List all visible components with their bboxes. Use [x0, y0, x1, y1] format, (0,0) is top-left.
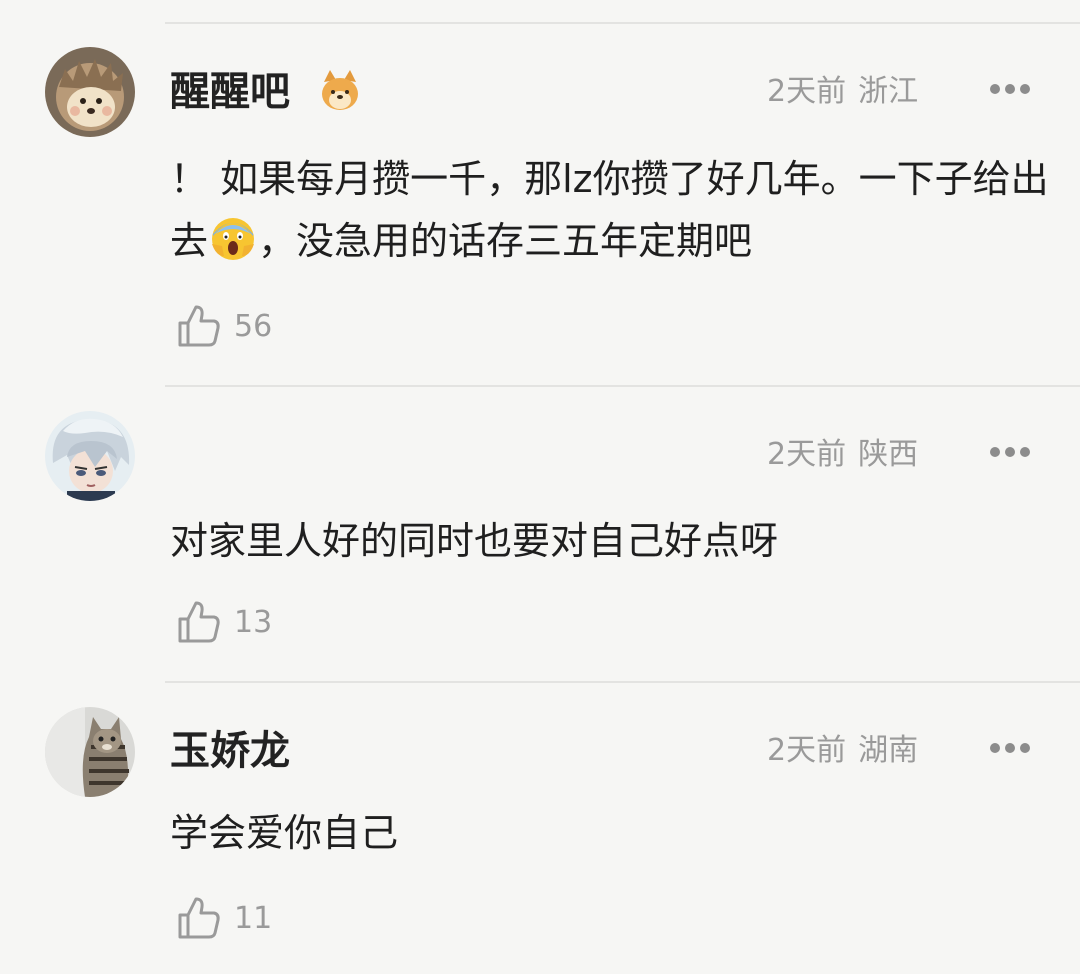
comment-meta: 2天前 陕西 [767, 435, 918, 475]
hedgehog-avatar-icon [45, 47, 135, 137]
thumbs-up-icon [178, 601, 220, 643]
more-dots-icon [1005, 743, 1015, 753]
comment-text: 学会爱你自己 [170, 811, 399, 855]
comment-text: ！ 如果每月攒一千，那lz你攒了好几年。一下子给出去 ，没急用的话存三五年定期吧 [170, 148, 1050, 272]
more-options-button[interactable] [985, 736, 1035, 760]
more-dots-icon [1020, 447, 1030, 457]
shiba-dog-emoji-icon [322, 70, 358, 110]
comment-location: 陕西 [858, 437, 919, 472]
username[interactable]: 玉娇龙 [170, 726, 290, 776]
more-dots-icon [990, 84, 1000, 94]
comment-time: 2天前 [767, 437, 847, 472]
divider [165, 681, 1080, 683]
screaming-face-emoji-icon [212, 218, 255, 260]
comment-location: 浙江 [858, 74, 919, 109]
anime-boy-avatar-icon [45, 411, 135, 501]
user-avatar[interactable] [45, 707, 135, 797]
user-avatar[interactable] [45, 411, 135, 501]
comment-time: 2天前 [767, 74, 847, 109]
like-count: 56 [234, 309, 273, 344]
thumbs-up-icon [178, 897, 220, 939]
comment-location: 湖南 [858, 733, 919, 768]
more-dots-icon [1005, 447, 1015, 457]
more-options-button[interactable] [985, 77, 1035, 101]
more-dots-icon [1020, 743, 1030, 753]
more-dots-icon [1020, 84, 1030, 94]
comment-text: 对家里人好的同时也要对自己好点呀 [170, 519, 779, 563]
comment-meta: 2天前 湖南 [767, 731, 918, 771]
divider [165, 385, 1080, 387]
comment-time: 2天前 [767, 733, 847, 768]
more-dots-icon [990, 743, 1000, 753]
thumbs-up-icon [178, 305, 220, 347]
comment-text-part: ，没急用的话存三五年定期吧 [258, 219, 753, 263]
comment-meta: 2天前 浙江 [767, 72, 918, 112]
tabby-cat-avatar-icon [45, 707, 135, 797]
more-options-button[interactable] [985, 440, 1035, 464]
comment-list: 醒醒吧 2天前 浙江 ！ 如果每月攒一千，那lz你攒了好几年。一下子给出去 ，没急用… [0, 0, 1080, 974]
divider [165, 22, 1080, 24]
more-dots-icon [990, 447, 1000, 457]
like-count: 11 [234, 901, 273, 936]
username[interactable]: 醒醒吧 [170, 67, 290, 117]
more-dots-icon [1005, 84, 1015, 94]
user-avatar[interactable] [45, 47, 135, 137]
like-count: 13 [234, 605, 273, 640]
